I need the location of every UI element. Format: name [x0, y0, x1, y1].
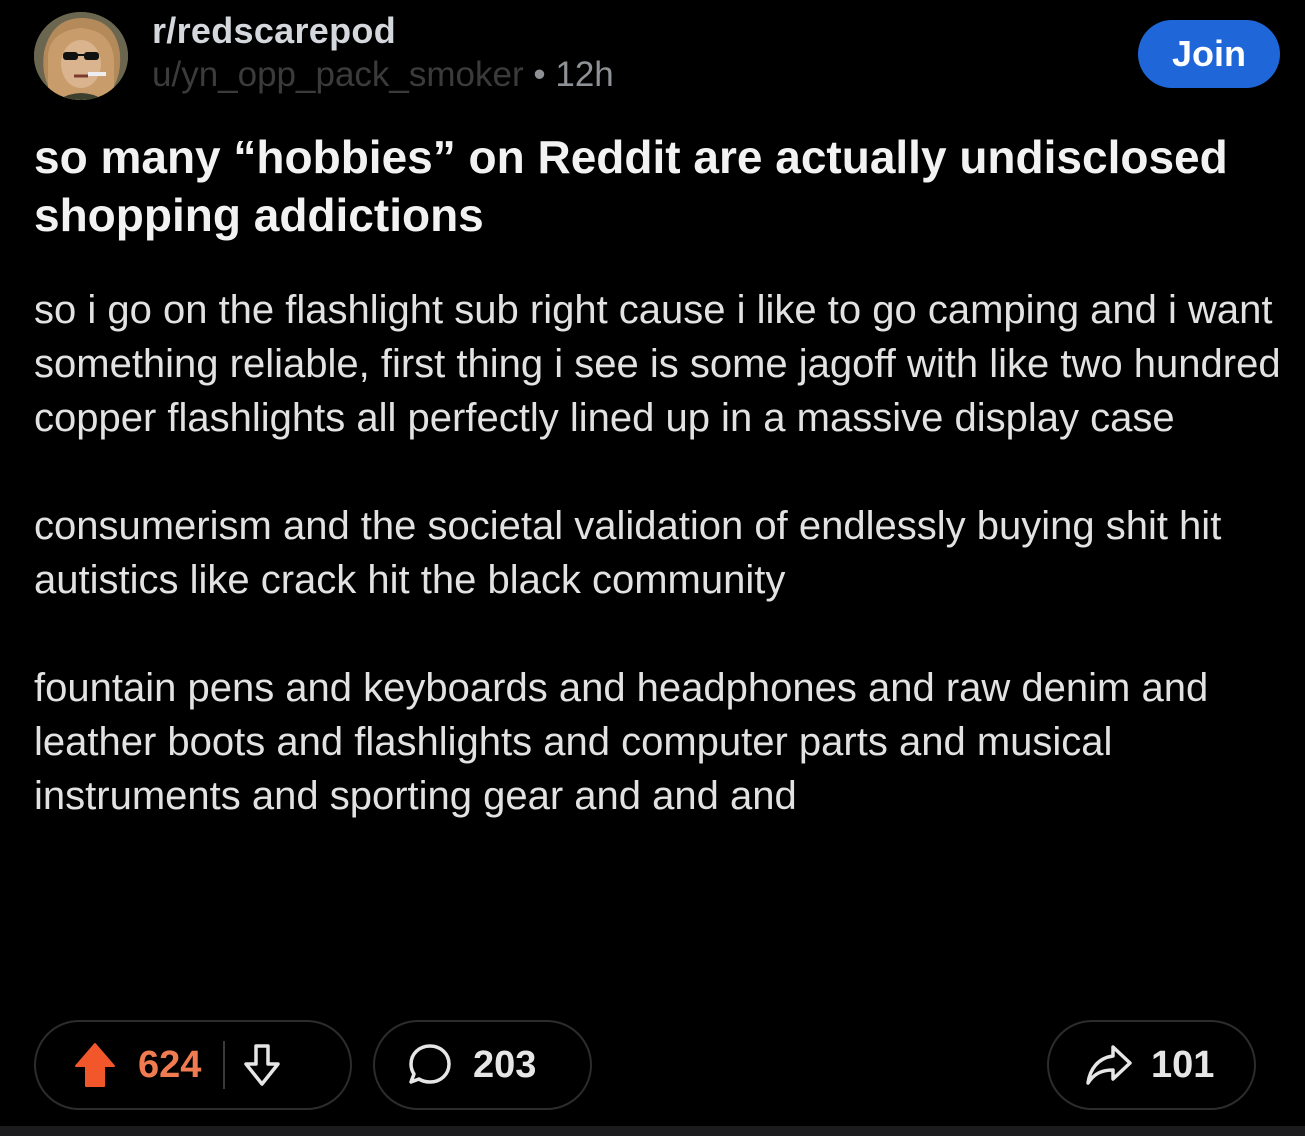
share-count: 101	[1151, 1043, 1215, 1086]
share-arrow-icon	[1085, 1043, 1133, 1087]
arrow-up-icon[interactable]	[74, 1042, 116, 1088]
post-body: so i go on the flashlight sub right caus…	[34, 283, 1282, 877]
post-paragraph: fountain pens and keyboards and headphon…	[34, 666, 1209, 818]
subreddit-avatar[interactable]	[34, 12, 128, 100]
post-meta: u/yn_opp_pack_smoker • 12h	[152, 55, 614, 95]
join-button[interactable]: Join	[1138, 20, 1280, 88]
speech-bubble-icon	[407, 1042, 453, 1088]
author-username[interactable]: u/yn_opp_pack_smoker	[152, 55, 524, 94]
comments-button[interactable]: 203	[373, 1020, 592, 1110]
subreddit-name[interactable]: r/redscarepod	[152, 10, 396, 52]
post-timestamp: 12h	[555, 55, 614, 94]
vote-divider	[223, 1041, 226, 1089]
vote-bar: 624	[34, 1020, 352, 1110]
post-paragraph: so i go on the flashlight sub right caus…	[34, 288, 1281, 440]
post-paragraph: consumerism and the societal validation …	[34, 504, 1222, 602]
comment-count: 203	[473, 1043, 537, 1086]
share-button[interactable]: 101	[1047, 1020, 1256, 1110]
meta-separator: •	[533, 55, 546, 94]
post-title: so many “hobbies” on Reddit are actually…	[34, 131, 1228, 241]
upvote-count: 624	[138, 1043, 202, 1086]
arrow-down-icon[interactable]	[241, 1042, 283, 1088]
bottom-divider	[0, 1126, 1305, 1136]
